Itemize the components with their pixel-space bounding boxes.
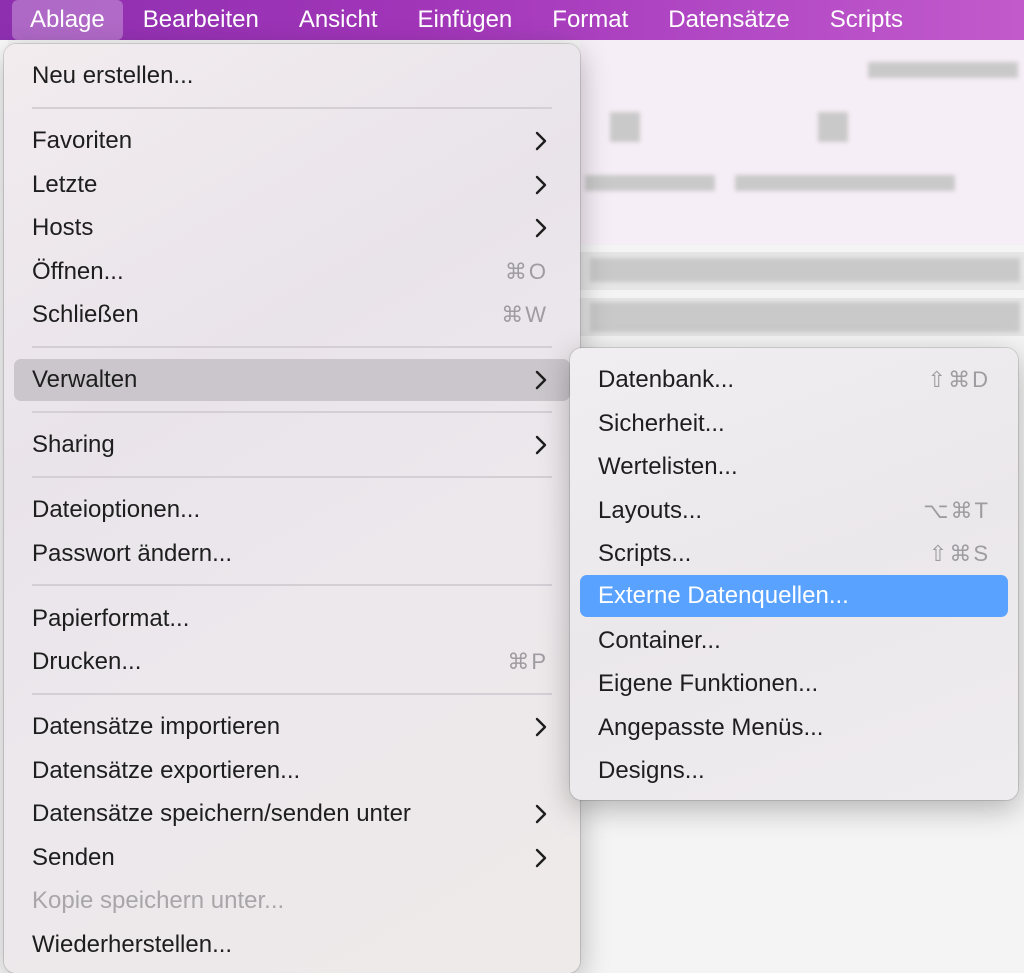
menu-item-label: Papierformat... [32,605,190,632]
menu-item-label: Hosts [32,214,94,241]
menu-item-label: Senden [32,844,115,871]
menu-format[interactable]: Format [532,0,648,40]
submenu-item-container[interactable]: Container... [580,620,1008,662]
submenu-item-scripts[interactable]: Scripts... ⇧⌘S [580,533,1008,575]
menu-item-label: Angepasste Menüs... [598,714,824,741]
menu-scripts[interactable]: Scripts [810,0,923,40]
menu-item-datensaetze-exportieren[interactable]: Datensätze exportieren... [14,750,570,792]
menu-separator [32,107,552,109]
shortcut-label: ⌘W [501,302,548,327]
menu-item-wiederherstellen[interactable]: Wiederherstellen... [14,924,570,966]
menu-item-label: Designs... [598,757,705,784]
menu-datensaetze[interactable]: Datensätze [648,0,809,40]
menu-item-letzte[interactable]: Letzte [14,164,570,206]
chevron-right-icon [535,435,547,455]
submenu-item-datenbank[interactable]: Datenbank... ⇧⌘D [580,359,1008,401]
menu-item-hosts[interactable]: Hosts [14,207,570,249]
menu-item-label: Letzte [32,171,98,198]
menu-separator [32,584,552,586]
shortcut-label: ⌥⌘T [923,498,990,523]
menu-item-label: Kopie speichern unter... [32,887,285,914]
menu-separator [32,411,552,413]
menu-item-label: Eigene Funktionen... [598,670,819,697]
menu-item-label: Favoriten [32,127,133,154]
menu-item-kopie-speichern: Kopie speichern unter... [14,880,570,922]
shortcut-label: ⇧⌘S [928,541,990,566]
menu-item-oeffnen[interactable]: Öffnen... ⌘O [14,251,570,293]
chevron-right-icon [535,131,547,151]
menu-item-label: Drucken... [32,648,142,675]
menu-ablage[interactable]: Ablage [12,0,123,40]
ablage-dropdown-menu: Neu erstellen... Favoriten Letzte Hosts … [4,44,580,973]
submenu-item-designs[interactable]: Designs... [580,750,1008,792]
menu-item-verwalten[interactable]: Verwalten [14,359,570,401]
chevron-right-icon [535,804,547,824]
menu-item-label: Öffnen... [32,258,124,285]
menu-item-favoriten[interactable]: Favoriten [14,120,570,162]
submenu-item-layouts[interactable]: Layouts... ⌥⌘T [580,490,1008,532]
menu-bearbeiten[interactable]: Bearbeiten [123,0,279,40]
menu-item-neu-erstellen[interactable]: Neu erstellen... [14,55,570,97]
menu-separator [32,476,552,478]
submenu-item-eigene-funktionen[interactable]: Eigene Funktionen... [580,663,1008,705]
menu-item-sharing[interactable]: Sharing [14,424,570,466]
chevron-right-icon [535,218,547,238]
menu-item-label: Passwort ändern... [32,540,233,567]
menu-item-label: Layouts... [598,497,703,524]
menu-item-label: Externe Datenquellen... [598,582,849,609]
chevron-right-icon [535,848,547,868]
menu-item-label: Datensätze speichern/senden unter [32,800,411,827]
submenu-item-sicherheit[interactable]: Sicherheit... [580,403,1008,445]
menu-separator [32,346,552,348]
shortcut-label: ⇧⌘D [927,367,990,392]
menu-item-label: Wiederherstellen... [32,931,233,958]
menu-item-label: Schließen [32,301,139,328]
menu-einfuegen[interactable]: Einfügen [398,0,533,40]
menu-item-senden[interactable]: Senden [14,837,570,879]
menu-item-datensaetze-speichern-senden[interactable]: Datensätze speichern/senden unter [14,793,570,835]
menu-item-label: Datenbank... [598,366,735,393]
menu-item-label: Datensätze exportieren... [32,757,301,784]
menu-item-drucken[interactable]: Drucken... ⌘P [14,641,570,683]
chevron-right-icon [535,717,547,737]
menu-separator [32,693,552,695]
menu-item-dateioptionen[interactable]: Dateioptionen... [14,489,570,531]
menu-item-passwort-aendern[interactable]: Passwort ändern... [14,533,570,575]
menu-item-label: Sharing [32,431,115,458]
menu-item-datensaetze-importieren[interactable]: Datensätze importieren [14,706,570,748]
menu-ansicht[interactable]: Ansicht [279,0,398,40]
submenu-item-externe-datenquellen[interactable]: Externe Datenquellen... [580,575,1008,617]
chevron-right-icon [535,175,547,195]
shortcut-label: ⌘P [507,649,548,674]
menu-item-label: Neu erstellen... [32,62,194,89]
menu-item-label: Scripts... [598,540,692,567]
menu-item-label: Datensätze importieren [32,713,281,740]
menu-item-label: Wertelisten... [598,453,738,480]
menu-item-label: Verwalten [32,366,138,393]
menu-item-schliessen[interactable]: Schließen ⌘W [14,294,570,336]
submenu-item-angepasste-menues[interactable]: Angepasste Menüs... [580,707,1008,749]
verwalten-submenu: Datenbank... ⇧⌘D Sicherheit... Wertelist… [570,348,1018,800]
menu-item-label: Dateioptionen... [32,496,201,523]
chevron-right-icon [535,370,547,390]
menu-item-label: Container... [598,627,721,654]
menu-item-label: Sicherheit... [598,410,725,437]
menu-item-papierformat[interactable]: Papierformat... [14,598,570,640]
submenu-item-wertelisten[interactable]: Wertelisten... [580,446,1008,488]
menu-bar: Ablage Bearbeiten Ansicht Einfügen Forma… [0,0,1024,40]
shortcut-label: ⌘O [504,259,548,284]
